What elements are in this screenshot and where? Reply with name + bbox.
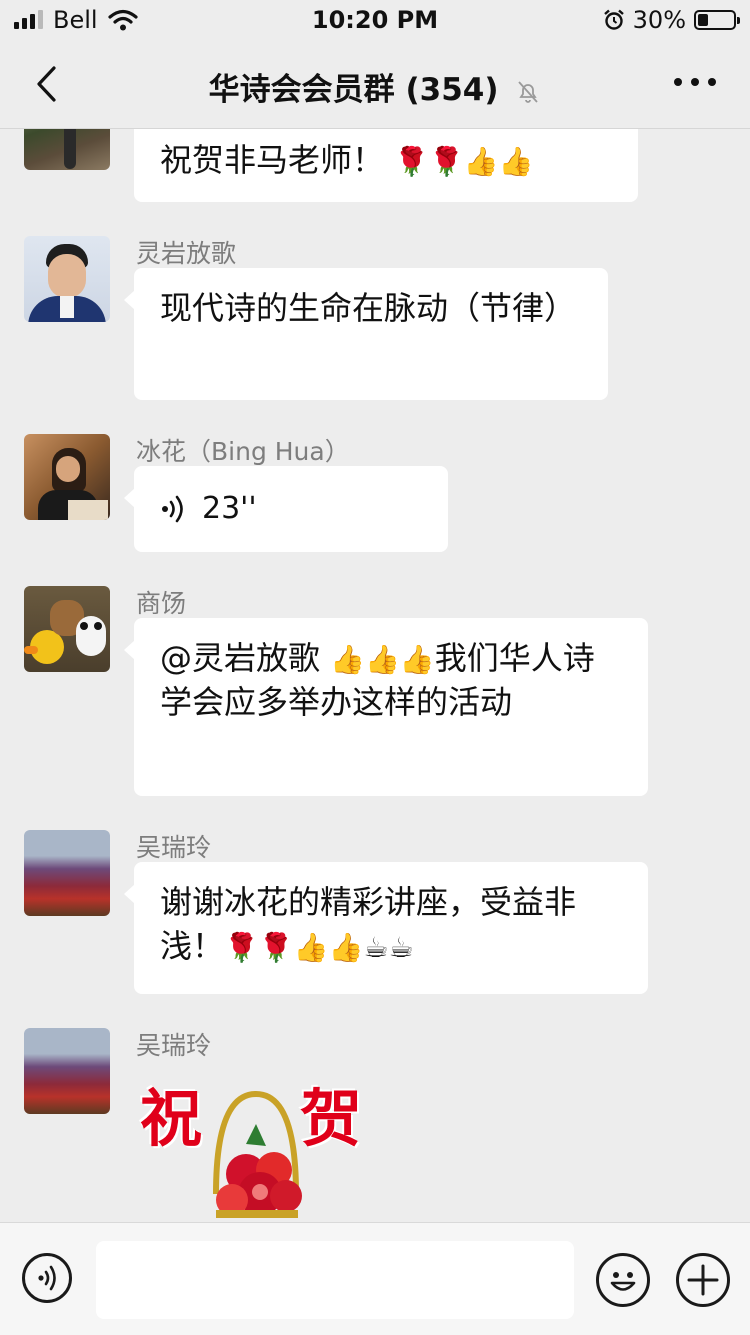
emoji-sequence: 👍👍👍 bbox=[330, 643, 435, 676]
flower-basket-icon bbox=[213, 1090, 302, 1218]
battery-icon bbox=[694, 10, 740, 30]
status-bar: Bell 10:20 PM 30% bbox=[0, 0, 750, 40]
plus-button[interactable] bbox=[676, 1253, 730, 1307]
input-bar bbox=[0, 1222, 750, 1335]
avatar[interactable] bbox=[24, 830, 110, 916]
message-bubble[interactable]: 现代诗的生命在脉动（节律） bbox=[124, 268, 608, 400]
sender-name: 吴瑞玲 bbox=[136, 1031, 212, 1060]
message-bubble[interactable]: 谢谢冰花的精彩讲座，受益非浅！🌹🌹👍👍☕☕ bbox=[124, 862, 648, 994]
sticker-image[interactable]: 祝 贺 bbox=[136, 1068, 376, 1222]
battery-percent: 30% bbox=[632, 6, 686, 34]
message-input[interactable] bbox=[96, 1241, 574, 1319]
message-bubble[interactable]: 祝贺非马老师！ 🌹🌹👍👍 bbox=[134, 129, 638, 202]
sender-name: 灵岩放歌 bbox=[136, 239, 237, 268]
alarm-icon bbox=[603, 9, 624, 30]
voice-duration: 23'' bbox=[202, 491, 257, 526]
chat-title-row: 华诗会会员群 (354) bbox=[0, 64, 750, 109]
emoji-face-icon bbox=[610, 1272, 636, 1291]
chat-title: 华诗会会员群 (354) bbox=[208, 72, 499, 108]
sender-name: 商饧 bbox=[136, 589, 187, 618]
voice-wave-icon bbox=[162, 495, 183, 523]
mention-text: @灵岩放歌 bbox=[160, 639, 331, 677]
more-options-button[interactable] bbox=[674, 72, 716, 92]
avatar[interactable] bbox=[24, 586, 110, 672]
emoji-sequence: 🌹🌹👍👍 bbox=[394, 145, 534, 178]
voice-mode-icon bbox=[38, 1265, 56, 1291]
plus-icon bbox=[687, 1264, 719, 1296]
more-dots-icon bbox=[674, 78, 682, 86]
emoji-sequence: 🌹🌹👍👍☕☕ bbox=[224, 931, 414, 964]
message-bubble[interactable]: @灵岩放歌 👍👍👍我们华人诗学会应多举办这样的活动 bbox=[124, 618, 648, 796]
voice-mode-button[interactable] bbox=[22, 1253, 72, 1303]
sender-name: 吴瑞玲 bbox=[136, 833, 212, 862]
voice-message-bubble[interactable]: 23'' bbox=[124, 466, 448, 552]
emoji-button[interactable] bbox=[596, 1253, 650, 1307]
bell-muted-icon bbox=[518, 80, 538, 103]
message-text: 祝贺非马老师！ bbox=[160, 141, 385, 179]
avatar[interactable] bbox=[24, 1028, 110, 1114]
avatar[interactable] bbox=[24, 129, 110, 170]
message-text: 现代诗的生命在脉动（节律） bbox=[160, 289, 577, 327]
avatar[interactable] bbox=[24, 236, 110, 322]
sender-name: 冰花（Bing Hua） bbox=[136, 437, 350, 466]
chat-header: 华诗会会员群 (354) bbox=[0, 40, 750, 129]
avatar[interactable] bbox=[24, 434, 110, 520]
message-list[interactable]: 祝贺非马老师！ 🌹🌹👍👍 灵岩放歌 现代诗的生命在脉动（节律） 冰花（Bing … bbox=[0, 129, 750, 1222]
